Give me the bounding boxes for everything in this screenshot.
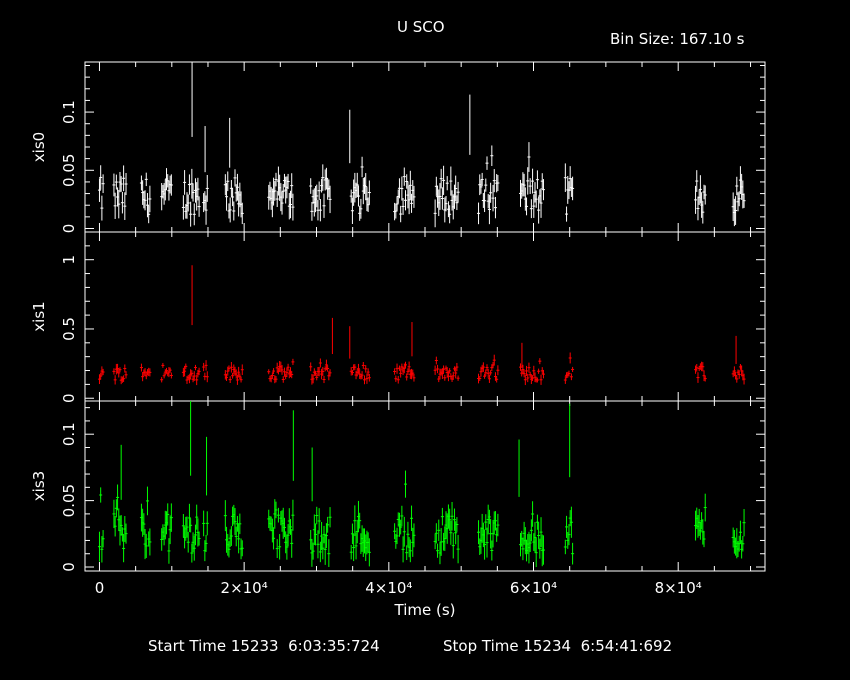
- xis1-y-tick-label: 0: [60, 393, 78, 403]
- xis3-y-tick-label: 0: [60, 562, 78, 572]
- bin-size-label: Bin Size: 167.10 s: [610, 30, 745, 48]
- xis3-panel-frame: [84, 400, 766, 572]
- x-tick-label: 2×10⁴: [221, 579, 268, 597]
- x-tick-label: 4×10⁴: [365, 579, 412, 597]
- xis1-y-tick-label: 1: [60, 255, 78, 265]
- xis0-y-tick-label: 0.1: [60, 100, 78, 124]
- x-tick-label: 0: [95, 579, 105, 597]
- xis0-y-tick-label: 0.05: [60, 154, 78, 187]
- x-tick-label: 8×10⁴: [655, 579, 702, 597]
- xis3-axis-label: xis3: [30, 471, 48, 501]
- xis0-y-tick-label: 0: [60, 224, 78, 234]
- start-time-label: Start Time 15233 6:03:35:724: [148, 637, 380, 655]
- x-axis-label: Time (s): [394, 601, 456, 619]
- xis1-series: [97, 352, 746, 386]
- stop-time-label: Stop Time 15234 6:54:41:692: [443, 637, 673, 655]
- xis1-axis-label: xis1: [30, 301, 48, 331]
- xis1-panel-frame: [84, 231, 766, 402]
- xis3-y-tick-label: 0.1: [60, 422, 78, 446]
- light-curve-plot: 0 0.05 0.1 xis0 0 0.5 1 xis1 0 0.05 0.1 xis3 0 2×10⁴ 4…: [30, 61, 766, 619]
- xis3-series: [97, 470, 746, 568]
- xis1-y-tick-label: 0.5: [60, 317, 78, 341]
- xis3-y-tick-label: 0.05: [60, 484, 78, 517]
- x-tick-label: 6×10⁴: [510, 579, 557, 597]
- xis0-series: [97, 142, 746, 228]
- xis0-axis-label: xis0: [30, 132, 48, 162]
- chart-title: U SCO: [397, 18, 445, 36]
